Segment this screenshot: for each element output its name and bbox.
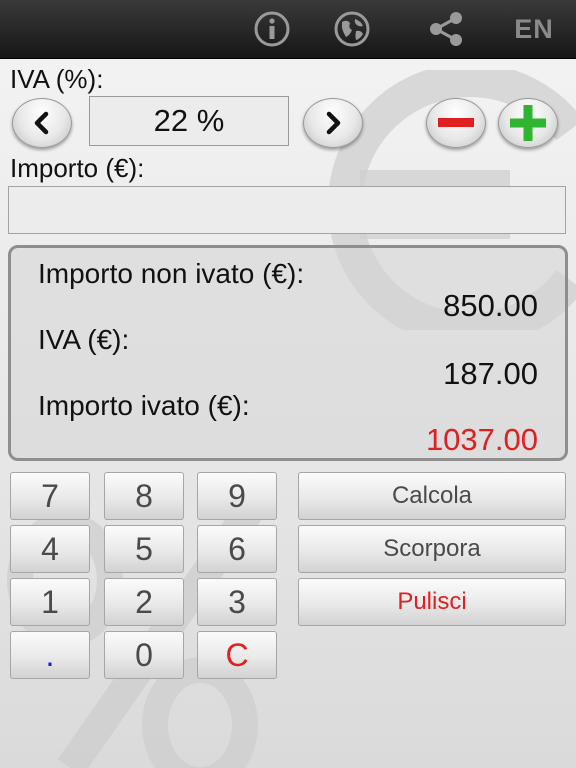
results-panel: Importo non ivato (€): 850.00 IVA (€): 1… — [8, 245, 568, 461]
extract-vat-button[interactable]: Scorpora — [298, 525, 566, 573]
net-amount-value: 850.00 — [443, 288, 538, 323]
key-clear-entry[interactable]: C — [197, 631, 277, 679]
key-9[interactable]: 9 — [197, 472, 277, 520]
chevron-left-icon — [34, 111, 49, 135]
key-5[interactable]: 5 — [104, 525, 184, 573]
plus-icon — [510, 105, 546, 141]
vat-rate-display: 22 % — [89, 96, 289, 146]
clear-all-button[interactable]: Pulisci — [298, 578, 566, 626]
info-icon[interactable] — [251, 8, 293, 50]
key-8[interactable]: 8 — [104, 472, 184, 520]
amount-input[interactable] — [8, 186, 566, 234]
key-4[interactable]: 4 — [10, 525, 90, 573]
vat-amount-label: IVA (€): — [38, 324, 130, 355]
key-3[interactable]: 3 — [197, 578, 277, 626]
vat-rate-label: IVA (%): — [10, 64, 104, 94]
language-button[interactable]: EN — [506, 12, 562, 46]
chevron-right-icon — [326, 111, 341, 135]
minus-icon — [438, 118, 474, 127]
globe-icon[interactable] — [331, 8, 373, 50]
share-icon[interactable] — [425, 8, 467, 50]
next-rate-button[interactable] — [303, 98, 363, 148]
key-2[interactable]: 2 — [104, 578, 184, 626]
top-toolbar: EN — [0, 0, 576, 59]
key-6[interactable]: 6 — [197, 525, 277, 573]
net-amount-label: Importo non ivato (€): — [38, 258, 305, 289]
key-7[interactable]: 7 — [10, 472, 90, 520]
vat-amount-value: 187.00 — [443, 356, 538, 391]
key-0[interactable]: 0 — [104, 631, 184, 679]
decrease-rate-button[interactable] — [426, 98, 486, 148]
key-1[interactable]: 1 — [10, 578, 90, 626]
key-decimal-point[interactable]: . — [10, 631, 90, 679]
gross-amount-value: 1037.00 — [425, 422, 538, 457]
amount-label: Importo (€): — [10, 153, 145, 183]
calculate-button[interactable]: Calcola — [298, 472, 566, 520]
previous-rate-button[interactable] — [12, 98, 72, 148]
gross-amount-label: Importo ivato (€): — [38, 390, 250, 421]
increase-rate-button[interactable] — [498, 98, 558, 148]
